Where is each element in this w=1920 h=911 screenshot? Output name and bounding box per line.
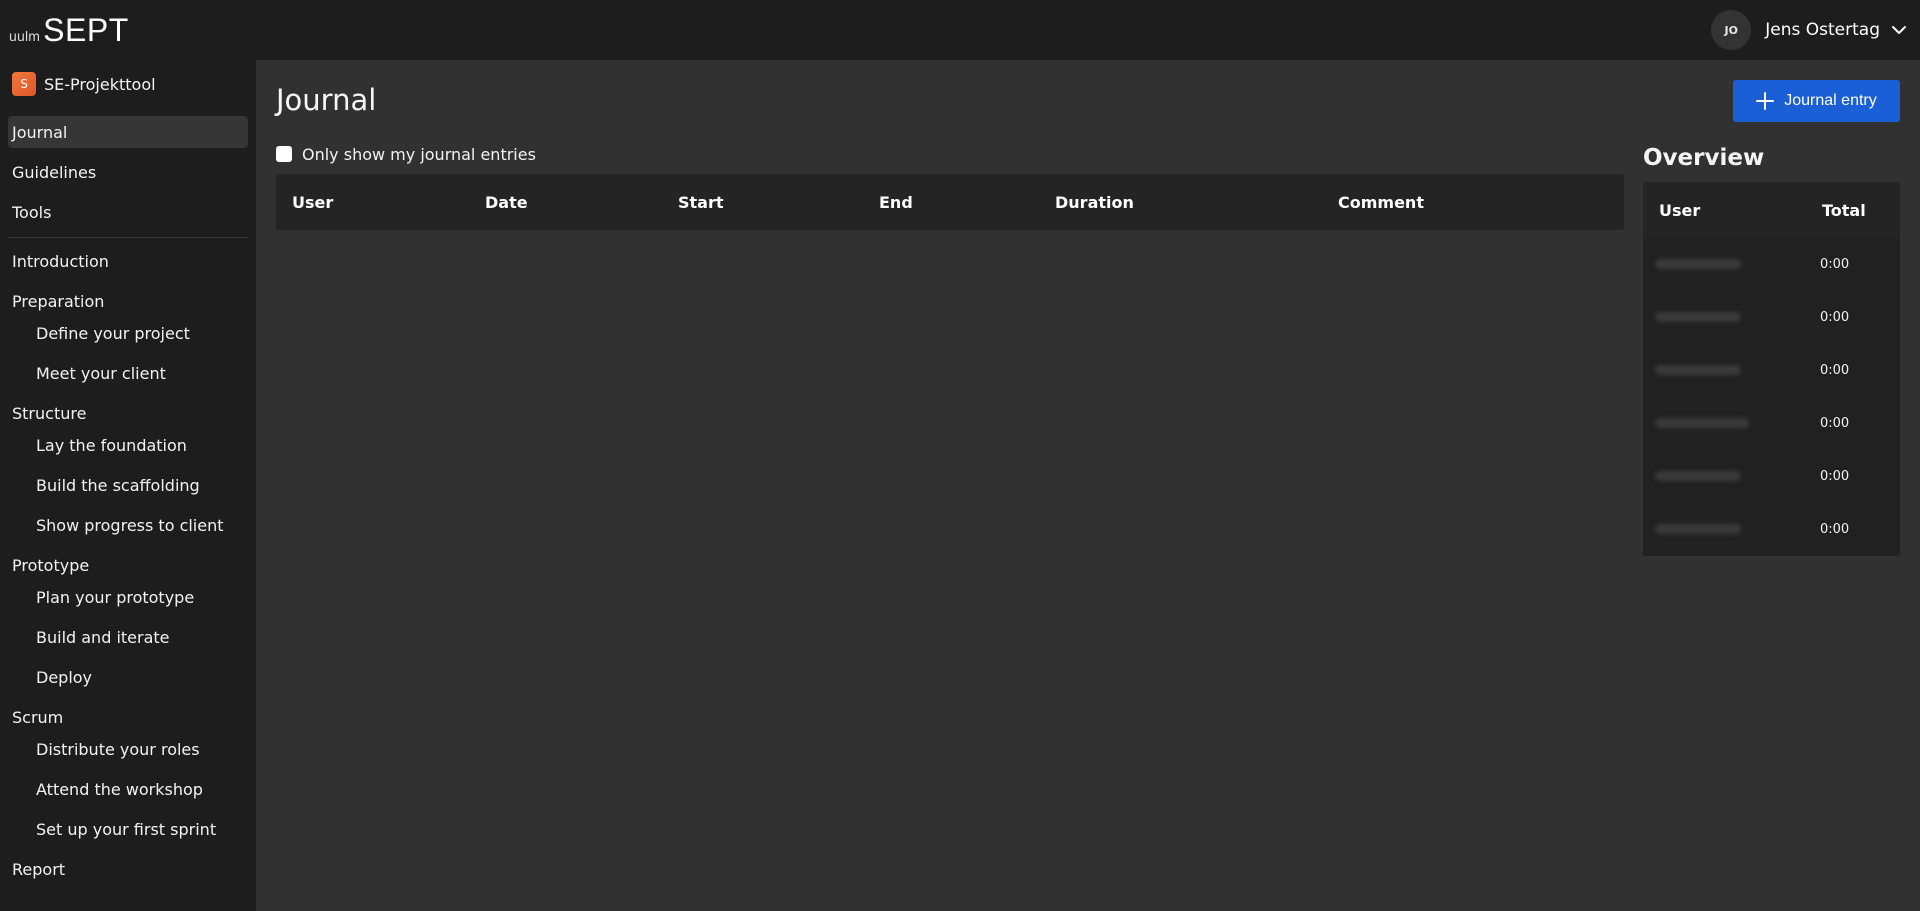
project-name: SE-Projekttool <box>44 74 156 94</box>
column-header-start[interactable]: Start <box>678 174 724 230</box>
sidebar-item-show-progress-to-client[interactable]: Show progress to client <box>8 509 248 541</box>
user-total: 0:00 <box>1820 310 1850 325</box>
add-journal-entry-label: Journal entry <box>1784 92 1877 109</box>
table-row: 0:00 <box>1643 503 1900 556</box>
sidebar-item-build-and-iterate[interactable]: Build and iterate <box>8 621 248 653</box>
sidebar-item-prototype[interactable]: Prototype <box>8 549 248 581</box>
sidebar-item-scrum[interactable]: Scrum <box>8 701 248 733</box>
sidebar-item-guidelines[interactable]: Guidelines <box>8 156 248 188</box>
sidebar-item-preparation[interactable]: Preparation <box>8 285 248 317</box>
uulm-logo-text: uulm <box>9 28 41 44</box>
only-my-entries-label: Only show my journal entries <box>302 144 536 164</box>
sidebar-item-report[interactable]: Report <box>8 853 248 885</box>
user-menu[interactable]: JO Jens Ostertag <box>1711 10 1908 50</box>
sidebar-item-build-the-scaffolding[interactable]: Build the scaffolding <box>8 469 248 501</box>
user-total: 0:00 <box>1820 522 1850 537</box>
sept-logo[interactable]: uulm SEPT <box>9 12 129 46</box>
add-journal-entry-button[interactable]: Journal entry <box>1733 80 1900 122</box>
column-header-comment[interactable]: Comment <box>1338 174 1424 230</box>
chevron-down-icon <box>1892 26 1906 34</box>
overview-header-row: User Total <box>1643 182 1900 238</box>
sidebar-item-attend-the-workshop[interactable]: Attend the workshop <box>8 773 248 805</box>
only-my-entries-checkbox[interactable] <box>276 146 292 162</box>
avatar: JO <box>1711 10 1752 50</box>
sidebar-item-define-your-project[interactable]: Define your project <box>8 317 248 349</box>
top-bar: uulm SEPT JO Jens Ostertag <box>0 0 1920 60</box>
blurred-user-name <box>1655 312 1741 322</box>
project-badge: S <box>12 72 36 96</box>
sidebar-item-tools[interactable]: Tools <box>8 196 248 228</box>
blurred-user-name <box>1655 524 1741 534</box>
blurred-user-name <box>1655 259 1741 269</box>
user-total: 0:00 <box>1820 469 1850 484</box>
table-row: 0:00 <box>1643 344 1900 397</box>
sidebar-item-deploy[interactable]: Deploy <box>8 661 248 693</box>
table-row: 0:00 <box>1643 450 1900 503</box>
blurred-user-name <box>1655 471 1741 481</box>
sidebar: S SE-Projekttool Journal Guidelines Tool… <box>0 60 256 911</box>
overview-header-total[interactable]: Total <box>1822 182 1866 238</box>
sidebar-item-set-up-your-first-sprint[interactable]: Set up your first sprint <box>8 813 248 845</box>
sidebar-item-plan-your-prototype[interactable]: Plan your prototype <box>8 581 248 613</box>
page-title: Journal <box>276 83 377 117</box>
journal-table: User Date Start End Duration Comment <box>276 174 1624 230</box>
table-row: 0:00 <box>1643 291 1900 344</box>
table-row: 0:00 <box>1643 238 1900 291</box>
overview-title: Overview <box>1643 145 1765 171</box>
sidebar-item-introduction[interactable]: Introduction <box>8 245 248 277</box>
project-selector[interactable]: S SE-Projekttool <box>12 72 156 96</box>
column-header-duration[interactable]: Duration <box>1055 174 1134 230</box>
user-total: 0:00 <box>1820 257 1850 272</box>
table-row: 0:00 <box>1643 397 1900 450</box>
blurred-user-name <box>1655 418 1749 428</box>
sidebar-item-journal[interactable]: Journal <box>8 116 248 148</box>
sidebar-divider <box>8 237 248 238</box>
user-name: Jens Ostertag <box>1765 20 1880 40</box>
sept-logo-text: SEPT <box>43 12 129 48</box>
sidebar-item-distribute-your-roles[interactable]: Distribute your roles <box>8 733 248 765</box>
user-total: 0:00 <box>1820 363 1850 378</box>
column-header-end[interactable]: End <box>879 174 913 230</box>
sidebar-item-structure[interactable]: Structure <box>8 397 248 429</box>
overview-table: User Total 0:00 0:00 0:00 0:00 0:00 0:00 <box>1643 182 1900 556</box>
column-header-date[interactable]: Date <box>485 174 528 230</box>
column-header-user[interactable]: User <box>292 174 333 230</box>
sidebar-item-meet-your-client[interactable]: Meet your client <box>8 357 248 389</box>
blurred-user-name <box>1655 365 1741 375</box>
only-my-entries-filter[interactable]: Only show my journal entries <box>276 143 536 165</box>
user-total: 0:00 <box>1820 416 1850 431</box>
plus-icon <box>1756 92 1775 110</box>
overview-header-user[interactable]: User <box>1659 182 1700 238</box>
sidebar-item-lay-the-foundation[interactable]: Lay the foundation <box>8 429 248 461</box>
